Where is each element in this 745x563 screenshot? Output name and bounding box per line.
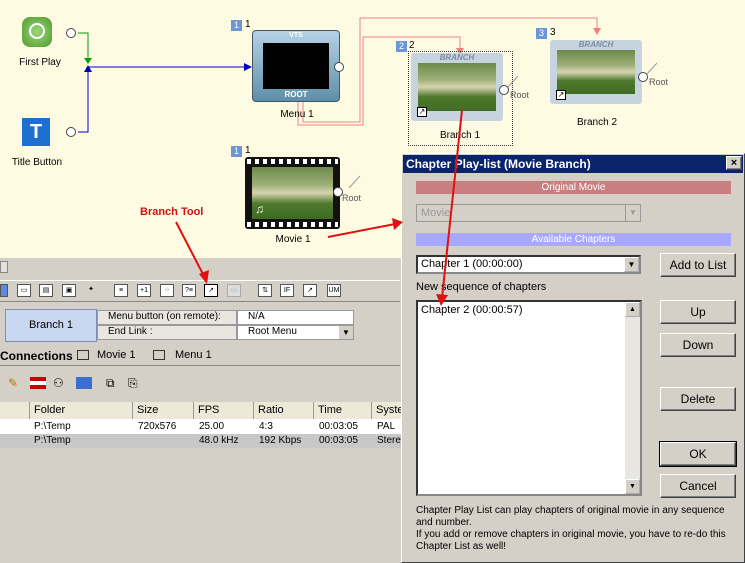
annotation-arrows bbox=[175, 109, 463, 306]
